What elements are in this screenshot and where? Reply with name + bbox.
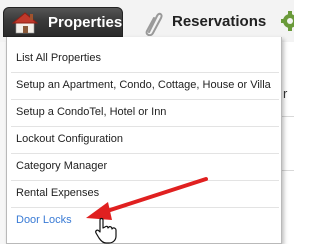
menu-item-door-locks[interactable]: Door Locks — [16, 207, 278, 233]
menu-item-setup-condotel[interactable]: Setup a CondoTel, Hotel or Inn — [16, 99, 278, 125]
reservations-tab[interactable]: Reservations — [140, 8, 268, 36]
properties-tab-label: Properties — [48, 14, 123, 31]
background-text-fragment: r — [283, 86, 288, 101]
screen: Properties Reservations r List All Prope… — [0, 0, 294, 244]
menu-item-setup-apartment[interactable]: Setup an Apartment, Condo, Cottage, Hous… — [16, 72, 278, 98]
divider — [282, 170, 294, 171]
menu-item-lockout-configuration[interactable]: Lockout Configuration — [16, 126, 278, 152]
divider — [282, 116, 294, 117]
menu-item-rental-expenses[interactable]: Rental Expenses — [16, 180, 278, 206]
properties-tab[interactable]: Properties — [3, 7, 123, 37]
house-icon — [12, 12, 38, 34]
paperclip-icon — [145, 12, 163, 36]
reservations-tab-label: Reservations — [172, 13, 267, 30]
menu-item-list-all-properties[interactable]: List All Properties — [16, 45, 278, 71]
settings-icon[interactable] — [280, 10, 294, 32]
menu-item-category-manager[interactable]: Category Manager — [16, 153, 278, 179]
properties-dropdown-menu: List All Properties Setup an Apartment, … — [6, 37, 282, 244]
